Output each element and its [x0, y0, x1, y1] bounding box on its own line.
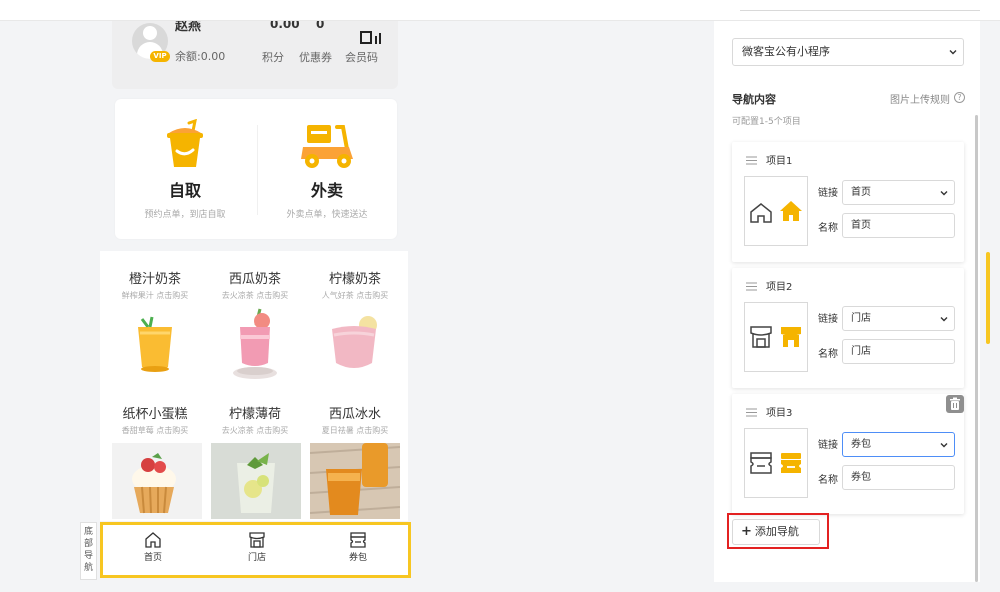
chevron-down-icon [940, 191, 948, 196]
upload-rule-link[interactable]: 图片上传规则 [890, 91, 950, 106]
store-icon [750, 326, 772, 348]
drag-handle-icon[interactable] [746, 408, 757, 417]
add-nav-button[interactable]: + 添加导航 [732, 519, 820, 545]
link-select-3[interactable]: 券包 [842, 432, 955, 457]
store-icon [249, 532, 265, 548]
product-item[interactable]: 橙汁奶茶 鲜榨果汁 点击购买 [105, 268, 205, 301]
phone-preview: VIP 赵燕 余额:0.00 0.00 0 积分 优惠券 会员码 自取 预约点单… [100, 21, 408, 581]
icon-upload-box[interactable] [744, 176, 808, 246]
delivery-option[interactable]: 外卖 外卖点单，快速送达 [257, 119, 397, 220]
nav-store[interactable]: 门店 [227, 531, 287, 563]
drag-handle-icon[interactable] [746, 156, 757, 165]
ticket-icon [350, 532, 366, 548]
item-count-hint: 可配置1-5个项目 [732, 117, 801, 127]
home-icon [750, 203, 772, 223]
panel-scrollbar[interactable] [975, 115, 978, 582]
drag-handle-icon[interactable] [746, 282, 757, 291]
product-item[interactable]: 柠檬奶茶 人气好茶 点击购买 [305, 268, 405, 301]
nav-item-card-2: 项目2 链接 门店 名称 门店 [732, 268, 964, 388]
home-icon [780, 201, 802, 221]
bottom-nav-preview[interactable]: 首页 门店 券包 [100, 522, 411, 578]
icon-upload-box[interactable] [744, 302, 808, 372]
pickup-cup-icon [167, 119, 203, 167]
vip-badge: VIP [150, 51, 170, 62]
pickup-subtitle: 预约点单，到店自取 [144, 210, 226, 220]
product-item[interactable]: 柠檬薄荷 去火凉茶 点击购买 [205, 403, 305, 436]
home-icon [145, 532, 161, 548]
delivery-title: 外卖 [310, 181, 343, 200]
store-icon [781, 327, 801, 347]
balance-text: 余额:0.00 [175, 50, 226, 63]
nav-home[interactable]: 首页 [123, 531, 183, 563]
side-tab-bottom-nav[interactable]: 底部导航 [80, 522, 97, 580]
delete-item-button[interactable] [946, 395, 964, 413]
name-input-3[interactable]: 券包 [842, 465, 955, 490]
coupons-label[interactable]: 优惠券 [299, 49, 332, 65]
chevron-down-icon [940, 443, 948, 448]
nav-coupons[interactable]: 券包 [328, 531, 388, 563]
lemon-milk-tea-image[interactable] [326, 311, 382, 375]
coupons-value: 0 [316, 21, 325, 31]
points-value: 0.00 [270, 21, 300, 31]
product-item[interactable]: 纸杯小蛋糕 香甜草莓 点击购买 [105, 403, 205, 436]
orange-drink-image[interactable] [130, 313, 180, 375]
nav-item-card-3: 项目3 链接 券包 名称 券包 [732, 394, 964, 514]
panel-edge-handle[interactable] [986, 252, 990, 344]
ticket-icon [781, 453, 801, 473]
user-name: 赵燕 [175, 21, 202, 34]
delivery-scooter-icon [301, 125, 353, 168]
watermelon-drink-image[interactable] [226, 307, 284, 381]
chevron-down-icon [949, 50, 957, 55]
watermelon-ice-photo[interactable] [310, 443, 400, 519]
link-select-1[interactable]: 首页 [842, 180, 955, 205]
app-select[interactable]: 微客宝公有小程序 [732, 38, 964, 66]
plus-icon: + [741, 524, 752, 539]
product-item[interactable]: 西瓜冰水 夏日祛暑 点击购买 [305, 403, 405, 436]
product-grid: 橙汁奶茶 鲜榨果汁 点击购买 西瓜奶茶 去火凉茶 点击购买 柠檬奶茶 人气好茶 … [100, 251, 408, 521]
name-input-1[interactable]: 首页 [842, 213, 955, 238]
top-bar [0, 0, 1000, 21]
chevron-down-icon [940, 317, 948, 322]
nav-content-title: 导航内容 [732, 93, 776, 106]
pickup-title: 自取 [168, 181, 201, 200]
name-input-2[interactable]: 门店 [842, 339, 955, 364]
qr-code-icon[interactable] [360, 31, 384, 45]
product-item[interactable]: 西瓜奶茶 去火凉茶 点击购买 [205, 268, 305, 301]
member-code-label[interactable]: 会员码 [345, 49, 378, 65]
trash-icon [950, 397, 960, 410]
help-icon[interactable]: ? [954, 92, 965, 103]
nav-item-card-1: 项目1 链接 首页 名称 首页 [732, 142, 964, 262]
points-label[interactable]: 积分 [262, 49, 284, 65]
user-card[interactable]: VIP 赵燕 余额:0.00 0.00 0 积分 优惠券 会员码 [112, 21, 398, 89]
lemon-mint-photo[interactable] [211, 443, 301, 519]
delivery-subtitle: 外卖点单，快速送达 [286, 210, 368, 220]
pickup-option[interactable]: 自取 预约点单，到店自取 [115, 119, 255, 220]
order-mode-card: 自取 预约点单，到店自取 外卖 外卖点单，快速送达 [115, 99, 397, 239]
link-select-2[interactable]: 门店 [842, 306, 955, 331]
icon-upload-box[interactable] [744, 428, 808, 498]
cupcake-photo[interactable] [112, 443, 202, 519]
ticket-icon [750, 452, 772, 474]
